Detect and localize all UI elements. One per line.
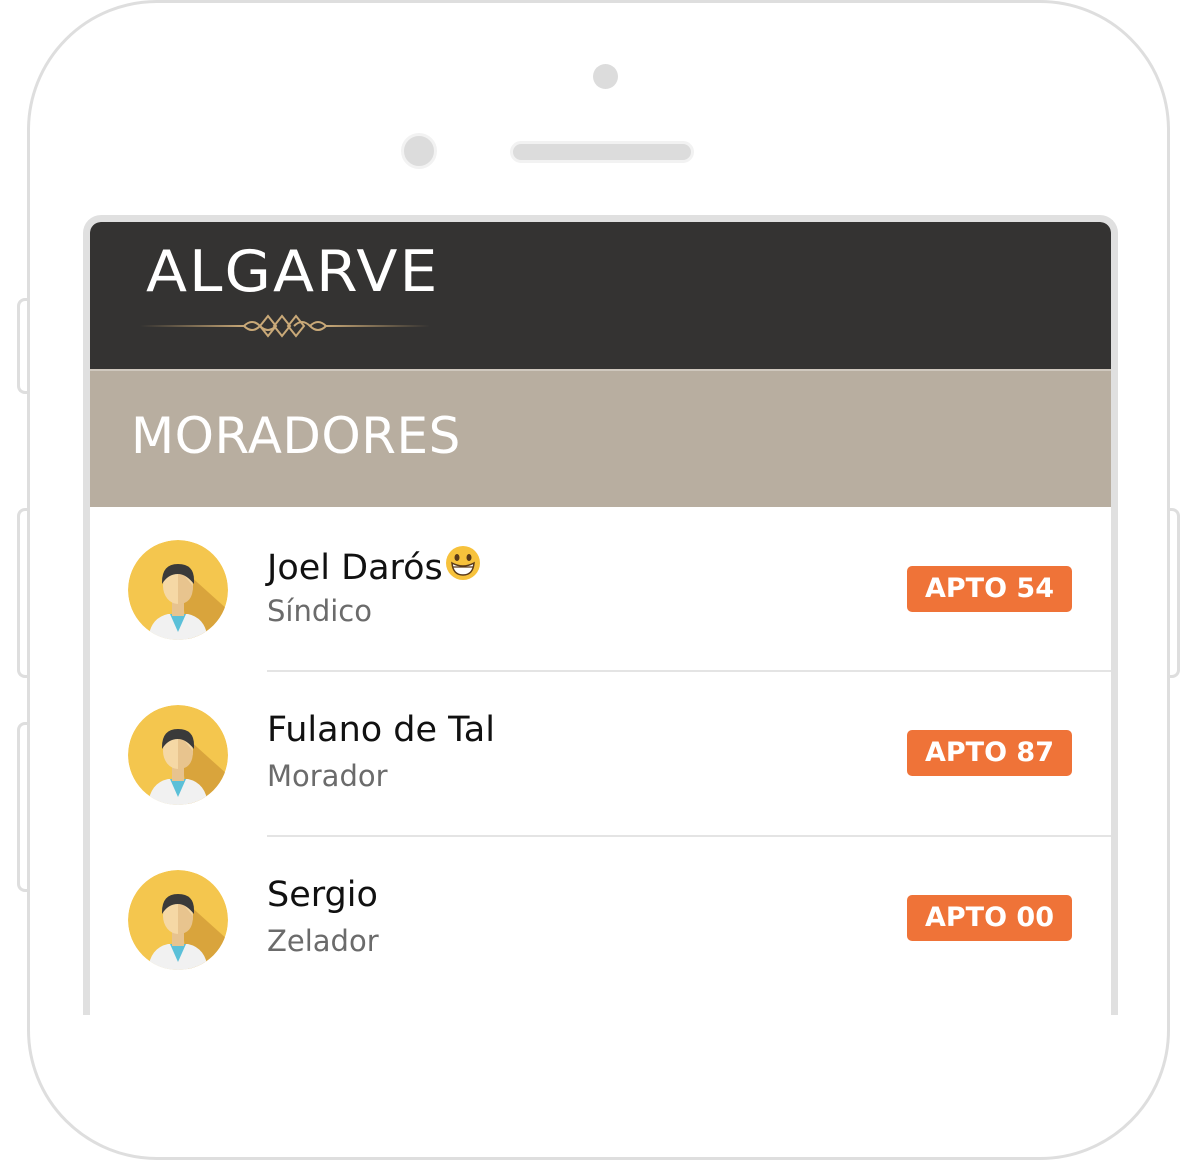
volume-down-button: [17, 722, 27, 892]
apartment-badge: APTO 00: [906, 895, 1072, 941]
grinning-face-emoji: [445, 546, 480, 580]
front-sensor-icon: [401, 133, 437, 169]
person-avatar-icon: [128, 705, 228, 805]
brand-logo-text: ALGARVE: [146, 238, 440, 306]
resident-role: Zelador: [267, 924, 379, 958]
power-button: [1170, 508, 1180, 678]
resident-name: Joel Darós: [267, 545, 481, 588]
app-header: ALGARVE: [90, 222, 1111, 369]
app-screen: ALGARVE MORADORES Joel Darós Síndico APT…: [90, 222, 1111, 1015]
person-avatar-icon: [128, 540, 228, 640]
resident-role: Síndico: [267, 594, 372, 628]
earpiece-speaker: [510, 141, 694, 163]
volume-up-button: [17, 508, 27, 678]
person-avatar-icon: [128, 870, 228, 970]
ornament-icon: [140, 314, 430, 338]
resident-name: Fulano de Tal: [267, 710, 495, 750]
apartment-badge: APTO 87: [906, 730, 1072, 776]
resident-role: Morador: [267, 759, 388, 793]
camera-icon: [593, 64, 618, 89]
screen-bezel: ALGARVE MORADORES Joel Darós Síndico APT…: [83, 215, 1118, 1015]
resident-name: Sergio: [267, 875, 378, 915]
section-header: MORADORES: [90, 369, 1111, 507]
apartment-badge: APTO 54: [906, 566, 1072, 612]
list-item[interactable]: Fulano de Tal Morador APTO 87: [90, 672, 1111, 837]
list-item[interactable]: Joel Darós Síndico APTO 54: [90, 507, 1111, 672]
mute-switch: [17, 298, 27, 394]
list-item[interactable]: Sergio Zelador APTO 00: [90, 837, 1111, 1002]
section-title: MORADORES: [131, 407, 461, 465]
residents-list: Joel Darós Síndico APTO 54 Fulano de Tal…: [90, 507, 1111, 1002]
